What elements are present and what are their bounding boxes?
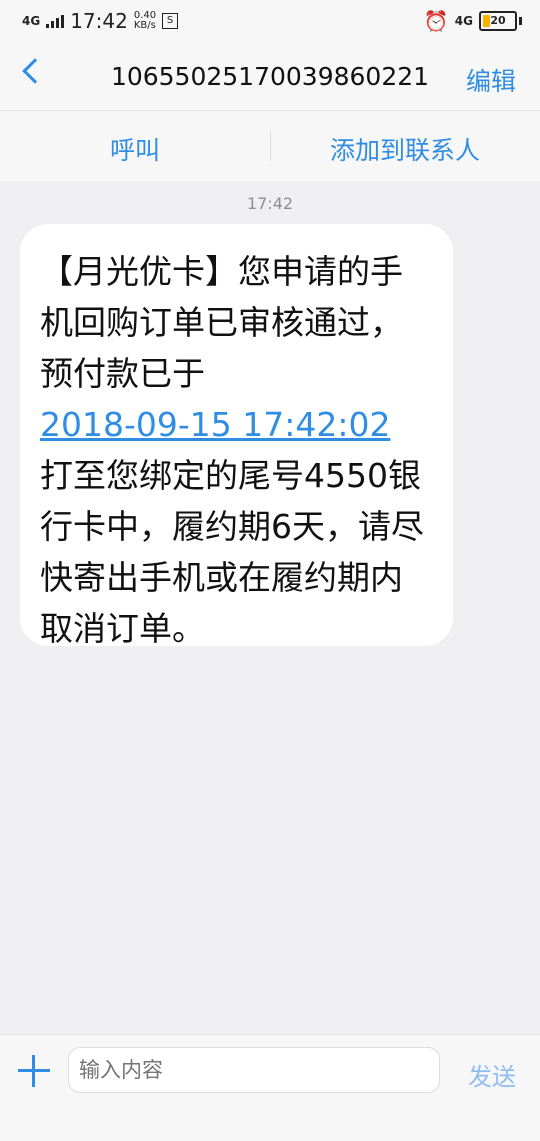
message-timestamp: 17:42 [246, 194, 294, 213]
network-speed: 0.40 KB/s [134, 11, 156, 31]
actions-divider [270, 131, 271, 161]
alarm-icon: ⏰ [423, 9, 449, 33]
message-composer: 发送 [0, 1034, 540, 1141]
message-text: 【月光优卡】您申请的手机回购订单已审核通过，预付款已于 2018-09-15 1… [40, 246, 435, 654]
back-chevron-icon[interactable] [22, 58, 48, 84]
message-text-before: 【月光优卡】您申请的手机回购订单已审核通过，预付款已于 [40, 252, 403, 393]
contact-number-title: 10655025170039860221 [110, 62, 430, 91]
send-button[interactable]: 发送 [468, 1057, 516, 1092]
battery-icon: 20 [479, 11, 517, 31]
status-time: 17:42 [70, 9, 128, 33]
add-to-contacts-button[interactable]: 添加到联系人 [330, 131, 480, 167]
incoming-message-bubble[interactable]: 【月光优卡】您申请的手机回购订单已审核通过，预付款已于 2018-09-15 1… [20, 224, 453, 648]
contact-actions: 呼叫 添加到联系人 [0, 111, 540, 181]
signal-icon [46, 14, 65, 28]
s-badge-icon: S [162, 13, 179, 29]
call-button[interactable]: 呼叫 [110, 131, 160, 167]
status-bar: 4G 17:42 0.40 KB/s S ⏰ 4G 20 [0, 0, 540, 42]
message-input[interactable] [68, 1047, 440, 1093]
status-right: ⏰ 4G 20 [424, 9, 522, 33]
edit-button[interactable]: 编辑 [466, 62, 516, 98]
network-type-right: 4G [454, 14, 473, 28]
network-type-left: 4G [22, 14, 41, 28]
date-link[interactable]: 2018-09-15 17:42:02 [40, 405, 390, 444]
battery-cap [519, 17, 522, 25]
battery-level: 20 [490, 14, 506, 27]
network-speed-unit: KB/s [133, 20, 156, 31]
message-text-after: 打至您绑定的尾号4550银行卡中，履约期6天，请尽快寄出手机或在履约期内取消订单… [40, 456, 424, 648]
conversation-header: 10655025170039860221 编辑 [0, 42, 540, 111]
plus-icon[interactable] [18, 1055, 50, 1087]
status-left: 4G 17:42 0.40 KB/s S [22, 9, 179, 33]
